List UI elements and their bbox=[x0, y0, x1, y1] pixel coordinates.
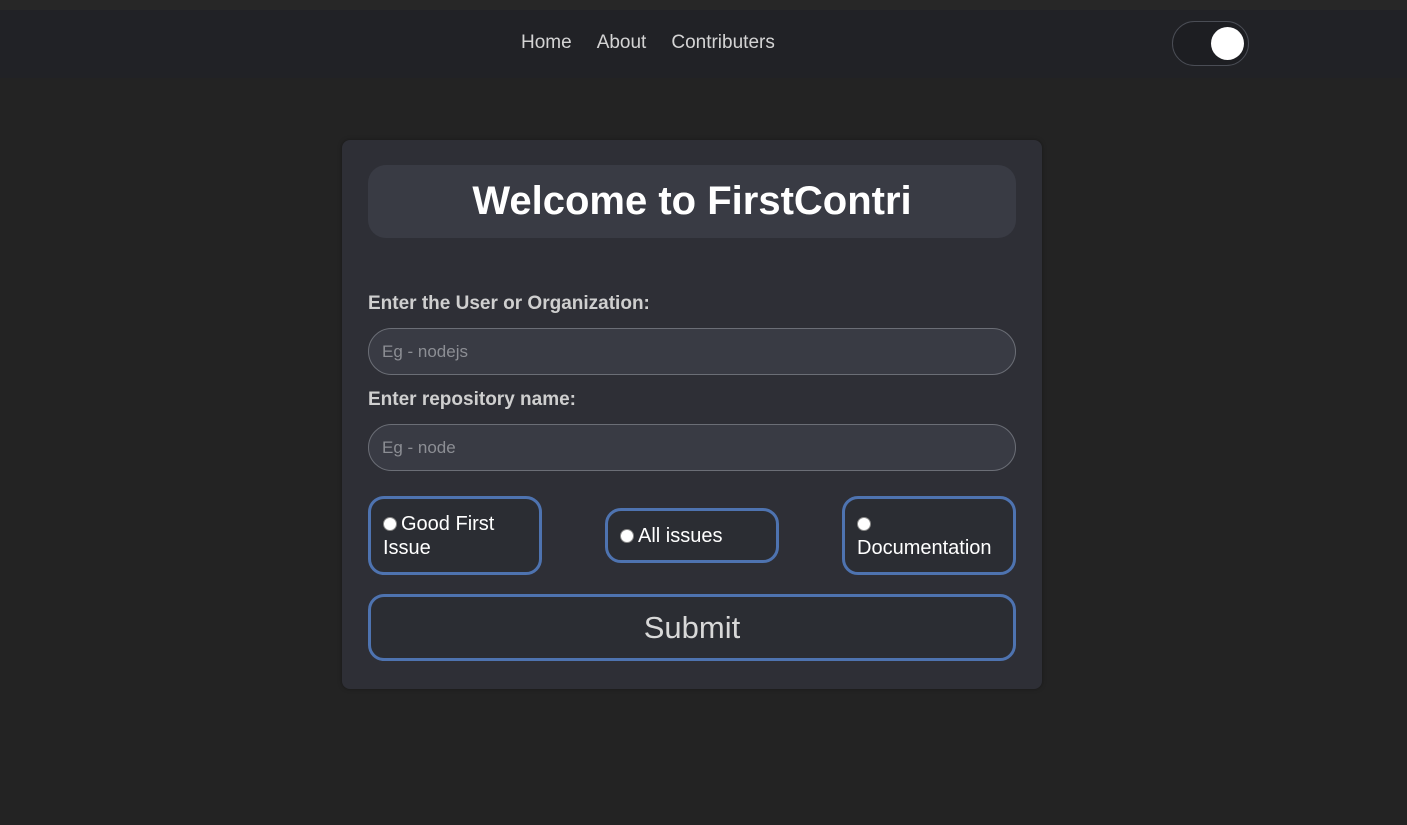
nav-links: Home About Contributers bbox=[521, 32, 775, 54]
radio-button-icon[interactable] bbox=[620, 529, 634, 543]
radio-option-good-first-issue[interactable]: Good First Issue bbox=[368, 496, 542, 575]
radio-label: All issues bbox=[638, 525, 723, 547]
repo-input[interactable] bbox=[368, 424, 1016, 471]
form-card: Welcome to FirstContri Enter the User or… bbox=[342, 140, 1042, 689]
theme-toggle[interactable] bbox=[1172, 21, 1249, 66]
radio-button-icon[interactable] bbox=[383, 517, 397, 531]
title-box: Welcome to FirstContri bbox=[368, 165, 1016, 238]
submit-button[interactable]: Submit bbox=[368, 594, 1016, 661]
user-label: Enter the User or Organization: bbox=[368, 293, 650, 314]
toggle-knob bbox=[1211, 27, 1244, 60]
radio-button-icon[interactable] bbox=[857, 517, 871, 531]
top-strip bbox=[0, 0, 1407, 10]
navbar: Home About Contributers bbox=[0, 10, 1407, 78]
radio-option-documentation[interactable]: Documentation bbox=[842, 496, 1016, 575]
user-input[interactable] bbox=[368, 328, 1016, 375]
nav-link-contributers[interactable]: Contributers bbox=[671, 32, 775, 54]
radio-option-all-issues[interactable]: All issues bbox=[605, 508, 779, 563]
nav-link-home[interactable]: Home bbox=[521, 32, 572, 54]
nav-link-about[interactable]: About bbox=[597, 32, 647, 54]
radio-label: Good First Issue bbox=[383, 513, 495, 559]
repo-label: Enter repository name: bbox=[368, 389, 576, 410]
page-title: Welcome to FirstContri bbox=[472, 179, 912, 223]
radio-label: Documentation bbox=[857, 537, 992, 559]
